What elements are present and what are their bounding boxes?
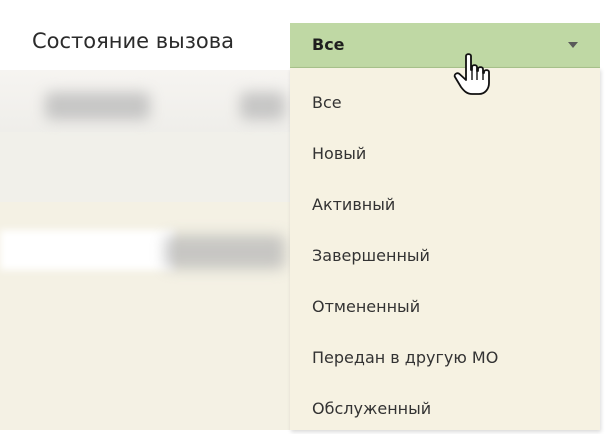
chevron-down-icon[interactable]: [568, 42, 578, 48]
call-status-filter: Состояние вызова Все Все Новый Активный …: [0, 0, 606, 434]
option-cancelled[interactable]: Отмененный: [312, 297, 420, 316]
option-all[interactable]: Все: [312, 93, 342, 112]
call-status-dropdown: Все Новый Активный Завершенный Отмененны…: [290, 68, 600, 430]
blurred-content: [240, 92, 285, 120]
option-completed[interactable]: Завершенный: [312, 246, 430, 265]
option-active[interactable]: Активный: [312, 195, 395, 214]
blurred-content: [165, 235, 285, 269]
call-status-select[interactable]: Все: [290, 23, 600, 68]
selected-value: Все: [312, 35, 345, 54]
call-status-label: Состояние вызова: [32, 29, 234, 53]
option-served[interactable]: Обслуженный: [312, 399, 431, 418]
hand-pointer-icon: [453, 53, 490, 95]
blurred-content: [45, 92, 150, 120]
blurred-background-row: [0, 132, 290, 202]
option-transferred[interactable]: Передан в другую МО: [312, 348, 498, 367]
blurred-background-strip: [0, 230, 175, 270]
option-new[interactable]: Новый: [312, 144, 366, 163]
